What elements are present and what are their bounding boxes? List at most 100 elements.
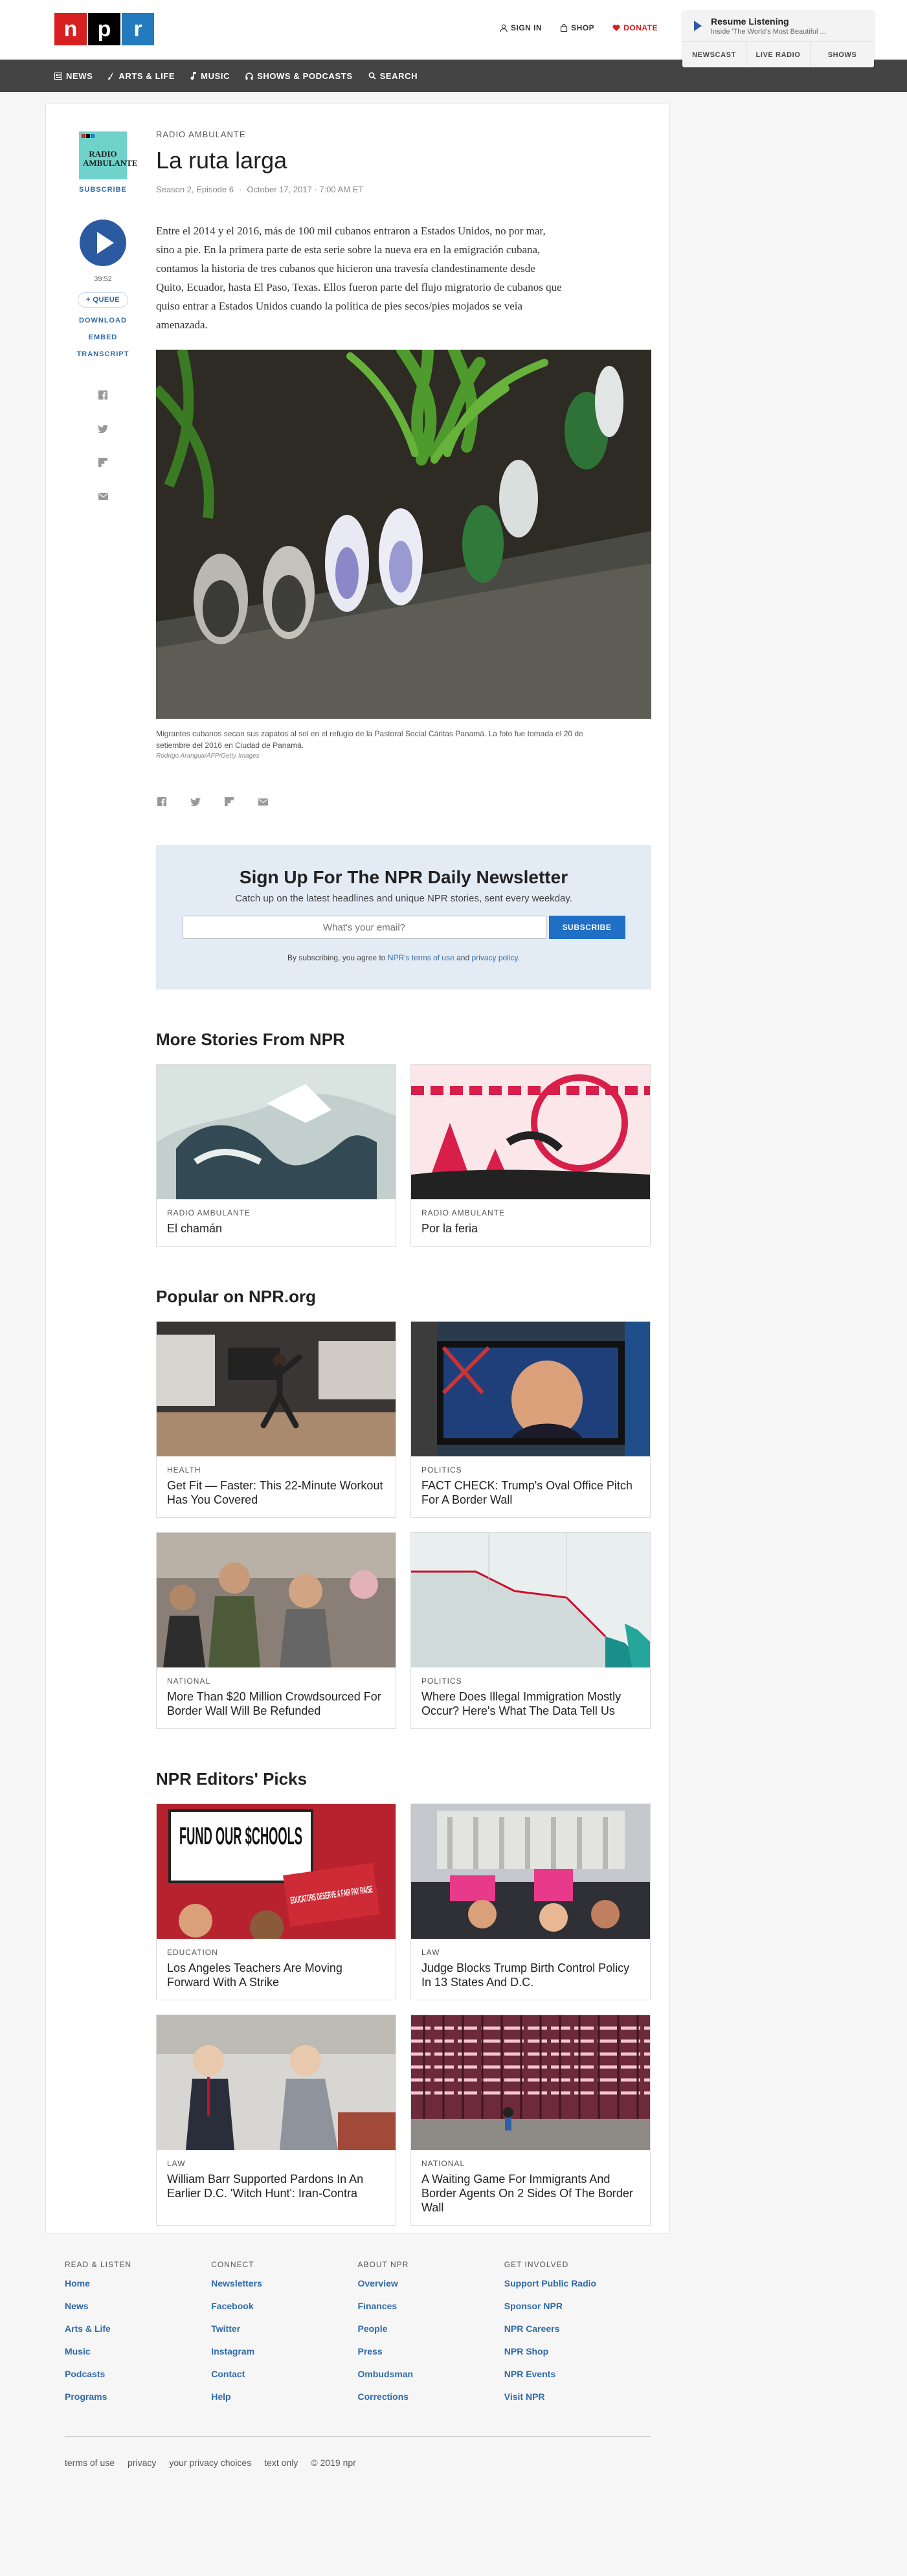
footer-link[interactable]: Corrections	[358, 2391, 504, 2402]
utility-nav: SIGN IN SHOP DONATE	[500, 23, 658, 32]
logo-letter-n: n	[54, 13, 87, 45]
footer-link[interactable]: Press	[358, 2346, 504, 2356]
copyright: © 2019 npr	[311, 2457, 356, 2468]
legal-text-mid: and	[454, 953, 472, 962]
play-episode-button[interactable]	[80, 220, 126, 266]
story-photo	[156, 350, 651, 719]
story-kicker: NATIONAL	[421, 2159, 465, 2168]
story-text: RADIO AMBULANTE El chamán	[157, 1199, 396, 1246]
footer-column-about: ABOUT NPR Overview Finances People Press…	[358, 2260, 504, 2414]
nav-news[interactable]: NEWS	[54, 71, 93, 81]
story-tile[interactable]: RADIO AMBULANTE El chamán	[156, 1064, 396, 1247]
story-tile[interactable]: POLITICS Where Does Illegal Immigration M…	[410, 1532, 651, 1729]
story-date: October 17, 2017 · 7:00 AM ET	[247, 185, 364, 194]
story-tile[interactable]: NATIONAL A Waiting Game For Immigrants An…	[410, 2015, 651, 2226]
facebook-icon[interactable]	[156, 796, 168, 808]
tab-shows[interactable]: SHOWS	[811, 42, 874, 67]
share-tools-vertical	[97, 389, 109, 502]
email-icon[interactable]	[97, 490, 109, 502]
footer-link[interactable]: Overview	[358, 2278, 504, 2288]
footer-link[interactable]: People	[358, 2323, 504, 2334]
tab-live-radio[interactable]: LIVE RADIO	[746, 42, 811, 67]
footer-column-connect: CONNECT Newsletters Facebook Twitter Ins…	[211, 2260, 357, 2414]
footer-link[interactable]: Help	[211, 2391, 357, 2402]
footer-link[interactable]: NPR Events	[504, 2369, 651, 2379]
twitter-icon[interactable]	[97, 423, 109, 435]
nav-arts-life[interactable]: ARTS & LIFE	[108, 71, 175, 81]
story-tile[interactable]: LAW Judge Blocks Trump Birth Control Poli…	[410, 1803, 651, 2000]
footer-link[interactable]: Twitter	[211, 2323, 357, 2334]
story-text: POLITICS FACT CHECK: Trump's Oval Office …	[411, 1456, 650, 1517]
transcript-link[interactable]: TRANSCRIPT	[77, 350, 129, 358]
footer-link[interactable]: Instagram	[211, 2346, 357, 2356]
story-main: RADIO AMBULANTE La ruta larga Season 2, …	[156, 129, 651, 2226]
brush-icon	[108, 72, 114, 80]
story-tile[interactable]: NATIONAL More Than $20 Million Crowdsourc…	[156, 1532, 396, 1729]
footer-link[interactable]: Facebook	[211, 2301, 357, 2311]
story-image	[157, 1322, 396, 1456]
story-kicker: RADIO AMBULANTE	[167, 1208, 251, 1217]
shop-link[interactable]: SHOP	[560, 23, 594, 32]
mini-npr-logo	[82, 134, 95, 138]
story-tile[interactable]: POLITICS FACT CHECK: Trump's Oval Office …	[410, 1321, 651, 1518]
footer-link[interactable]: Finances	[358, 2301, 504, 2311]
footer-link[interactable]: News	[65, 2301, 211, 2311]
story-tile[interactable]: FUND OUR $CHOOLSEDUCATORS DESERVE A FAIR…	[156, 1803, 396, 2000]
program-art[interactable]: RADIO AMBULANTE	[79, 131, 138, 179]
npr-logo[interactable]: n p r	[54, 13, 155, 45]
footer-link[interactable]: Ombudsman	[358, 2369, 504, 2379]
music-note-icon	[190, 72, 197, 80]
footer-link[interactable]: Programs	[65, 2391, 211, 2402]
story-slug[interactable]: RADIO AMBULANTE	[156, 130, 246, 139]
sign-in-link[interactable]: SIGN IN	[500, 23, 542, 32]
footer-link[interactable]: Contact	[211, 2369, 357, 2379]
story-tile[interactable]: RADIO AMBULANTE Por la feria	[410, 1064, 651, 1247]
flipboard-icon[interactable]	[223, 796, 235, 808]
episode-duration: 39:52	[94, 275, 112, 283]
privacy-link[interactable]: privacy	[128, 2457, 156, 2468]
story-image	[157, 1065, 396, 1199]
privacy-policy-link[interactable]: privacy policy	[471, 953, 517, 962]
story-tile[interactable]: LAW William Barr Supported Pardons In An …	[156, 2015, 396, 2226]
download-link[interactable]: DOWNLOAD	[79, 317, 127, 324]
footer-link[interactable]: Sponsor NPR	[504, 2301, 651, 2311]
story-text: NATIONAL More Than $20 Million Crowdsourc…	[157, 1667, 396, 1728]
resume-listening-button[interactable]: Resume Listening Inside 'The World's Mos…	[682, 10, 874, 41]
subscribe-link[interactable]: SUBSCRIBE	[79, 186, 127, 194]
footer-link[interactable]: Visit NPR	[504, 2391, 651, 2402]
footer-link[interactable]: Support Public Radio	[504, 2278, 651, 2288]
story-tile[interactable]: HEALTH Get Fit — Faster: This 22-Minute W…	[156, 1321, 396, 1518]
privacy-choices-link[interactable]: your privacy choices	[169, 2457, 251, 2468]
footer-link[interactable]: Arts & Life	[65, 2323, 211, 2334]
text-only-link[interactable]: text only	[264, 2457, 298, 2468]
embed-link[interactable]: EMBED	[89, 333, 118, 341]
story-title: FACT CHECK: Trump's Oval Office Pitch Fo…	[421, 1479, 633, 1506]
footer-link[interactable]: Music	[65, 2346, 211, 2356]
email-icon[interactable]	[257, 796, 269, 808]
footer-link[interactable]: Newsletters	[211, 2278, 357, 2288]
subscribe-button[interactable]: SUBSCRIBE	[548, 916, 625, 939]
play-icon	[694, 21, 702, 31]
footer-link[interactable]: Podcasts	[65, 2369, 211, 2379]
add-to-queue-button[interactable]: + QUEUE	[77, 292, 129, 308]
story-kicker: RADIO AMBULANTE	[421, 1208, 506, 1217]
terms-of-use-link[interactable]: NPR's terms of use	[388, 953, 454, 962]
user-icon	[500, 24, 508, 32]
footer-heading: CONNECT	[211, 2260, 254, 2269]
footer-link[interactable]: Home	[65, 2278, 211, 2288]
logo-letter-r: r	[122, 13, 154, 45]
footer-link[interactable]: NPR Careers	[504, 2323, 651, 2334]
nav-music[interactable]: MUSIC	[190, 71, 230, 81]
nav-shows-podcasts[interactable]: SHOWS & PODCASTS	[245, 71, 353, 81]
email-field[interactable]	[182, 916, 546, 939]
donate-link[interactable]: DONATE	[612, 23, 658, 32]
flipboard-icon[interactable]	[97, 457, 109, 468]
nav-search[interactable]: SEARCH	[368, 71, 418, 81]
twitter-icon[interactable]	[190, 796, 201, 808]
facebook-icon[interactable]	[97, 389, 109, 401]
newsletter-subtitle: Catch up on the latest headlines and uni…	[235, 893, 572, 904]
footer-link[interactable]: NPR Shop	[504, 2346, 651, 2356]
footer-divider	[65, 2436, 651, 2437]
terms-of-use-link[interactable]: terms of use	[65, 2457, 115, 2468]
tab-newscast[interactable]: NEWSCAST	[682, 42, 746, 67]
